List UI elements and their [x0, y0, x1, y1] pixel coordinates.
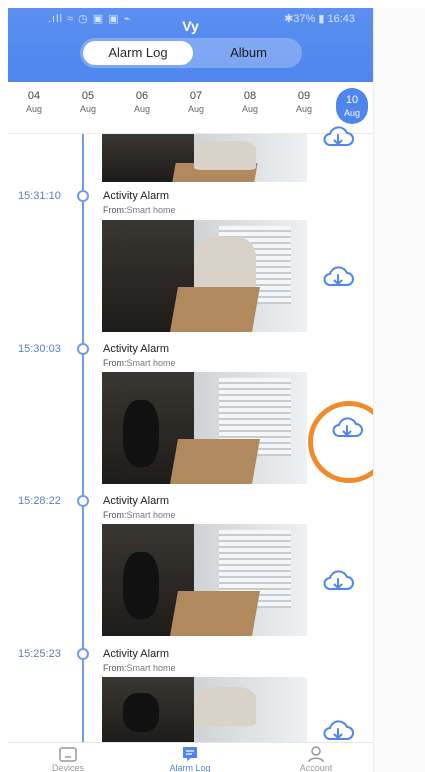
event-source-label: From:: [103, 205, 127, 215]
date-item[interactable]: 04 Aug: [16, 90, 52, 114]
event-time: 15:28:22: [18, 495, 61, 507]
event-time: 15:25:23: [18, 648, 61, 660]
nav-alarm-log-label: Alarm Log: [169, 763, 211, 772]
view-switcher: Alarm Log Album: [80, 38, 302, 68]
timeline-node: [77, 343, 89, 355]
event-source-name: Smart home: [126, 358, 176, 368]
highlight-ring: [308, 401, 373, 483]
cloud-download-icon[interactable]: [321, 264, 355, 290]
event-source: From:Smart home: [103, 205, 176, 215]
account-icon: [308, 746, 324, 763]
event-source: From:Smart home: [103, 510, 176, 520]
event-title: Activity Alarm: [103, 495, 170, 507]
date-month: Aug: [343, 108, 360, 118]
date-item[interactable]: 07 Aug: [178, 90, 214, 114]
app-header: .ıll ≈ ◷ ▣ ▣ ⌁ ✱37% ▮ 16:43 Vy Alarm Log…: [8, 8, 373, 82]
date-item[interactable]: 06 Aug: [124, 90, 160, 114]
date-day: 08: [243, 90, 257, 102]
nav-devices[interactable]: Devices: [28, 745, 108, 772]
phone-screen: .ıll ≈ ◷ ▣ ▣ ⌁ ✱37% ▮ 16:43 Vy Alarm Log…: [8, 8, 373, 772]
nav-account-label: Account: [299, 763, 333, 772]
date-day: 09: [297, 90, 311, 102]
date-day: 10: [345, 94, 359, 106]
event-thumbnail[interactable]: [102, 134, 307, 182]
date-item-selected[interactable]: 10 Aug: [334, 88, 370, 124]
date-item[interactable]: 08 Aug: [232, 90, 268, 114]
date-month: Aug: [133, 104, 150, 114]
event-thumbnail[interactable]: [102, 524, 307, 636]
event-time: 15:30:03: [18, 343, 61, 355]
event-time: 15:31:10: [18, 190, 61, 202]
event-source: From:Smart home: [103, 663, 176, 673]
timeline-node: [77, 648, 89, 660]
event-source-name: Smart home: [126, 510, 176, 520]
date-selector: 04 Aug 05 Aug 06 Aug 07 Aug 08 Aug 09 Au…: [8, 82, 373, 134]
alarm-log-icon: [183, 747, 197, 761]
date-month: Aug: [25, 104, 42, 114]
date-item[interactable]: 05 Aug: [70, 90, 106, 114]
event-source-label: From:: [103, 663, 127, 673]
event-title: Activity Alarm: [103, 343, 170, 355]
page-title: Vy: [182, 18, 199, 34]
cloud-download-icon[interactable]: [330, 415, 364, 441]
event-thumbnail[interactable]: [102, 677, 307, 742]
nav-account[interactable]: Account: [276, 745, 356, 772]
event-source-label: From:: [103, 510, 127, 520]
page-margin: [373, 8, 425, 772]
date-day: 05: [81, 90, 95, 102]
cloud-download-icon[interactable]: [321, 718, 355, 744]
date-month: Aug: [187, 104, 204, 114]
cloud-download-icon[interactable]: [321, 124, 355, 150]
date-month: Aug: [79, 104, 96, 114]
cloud-download-icon[interactable]: [321, 568, 355, 594]
event-title: Activity Alarm: [103, 648, 170, 660]
date-day: 07: [189, 90, 203, 102]
event-source-label: From:: [103, 358, 127, 368]
event-source: From:Smart home: [103, 358, 176, 368]
date-day: 04: [27, 90, 41, 102]
nav-alarm-log[interactable]: Alarm Log: [150, 745, 230, 772]
event-source-name: Smart home: [126, 663, 176, 673]
devices-icon: [59, 747, 77, 762]
bottom-nav: Devices Alarm Log Account: [8, 742, 373, 772]
date-month: Aug: [295, 104, 312, 114]
event-thumbnail[interactable]: [102, 220, 307, 332]
timeline-node: [77, 190, 89, 202]
event-thumbnail[interactable]: [102, 372, 307, 484]
tab-album[interactable]: Album: [195, 38, 302, 68]
selected-date-badge: 10 Aug: [336, 88, 368, 124]
date-item[interactable]: 09 Aug: [286, 90, 322, 114]
tab-alarm-log[interactable]: Alarm Log: [83, 41, 193, 65]
nav-devices-label: Devices: [51, 763, 84, 772]
event-title: Activity Alarm: [103, 190, 170, 202]
timeline-node: [77, 495, 89, 507]
event-source-name: Smart home: [126, 205, 176, 215]
date-month: Aug: [241, 104, 258, 114]
date-day: 06: [135, 90, 149, 102]
